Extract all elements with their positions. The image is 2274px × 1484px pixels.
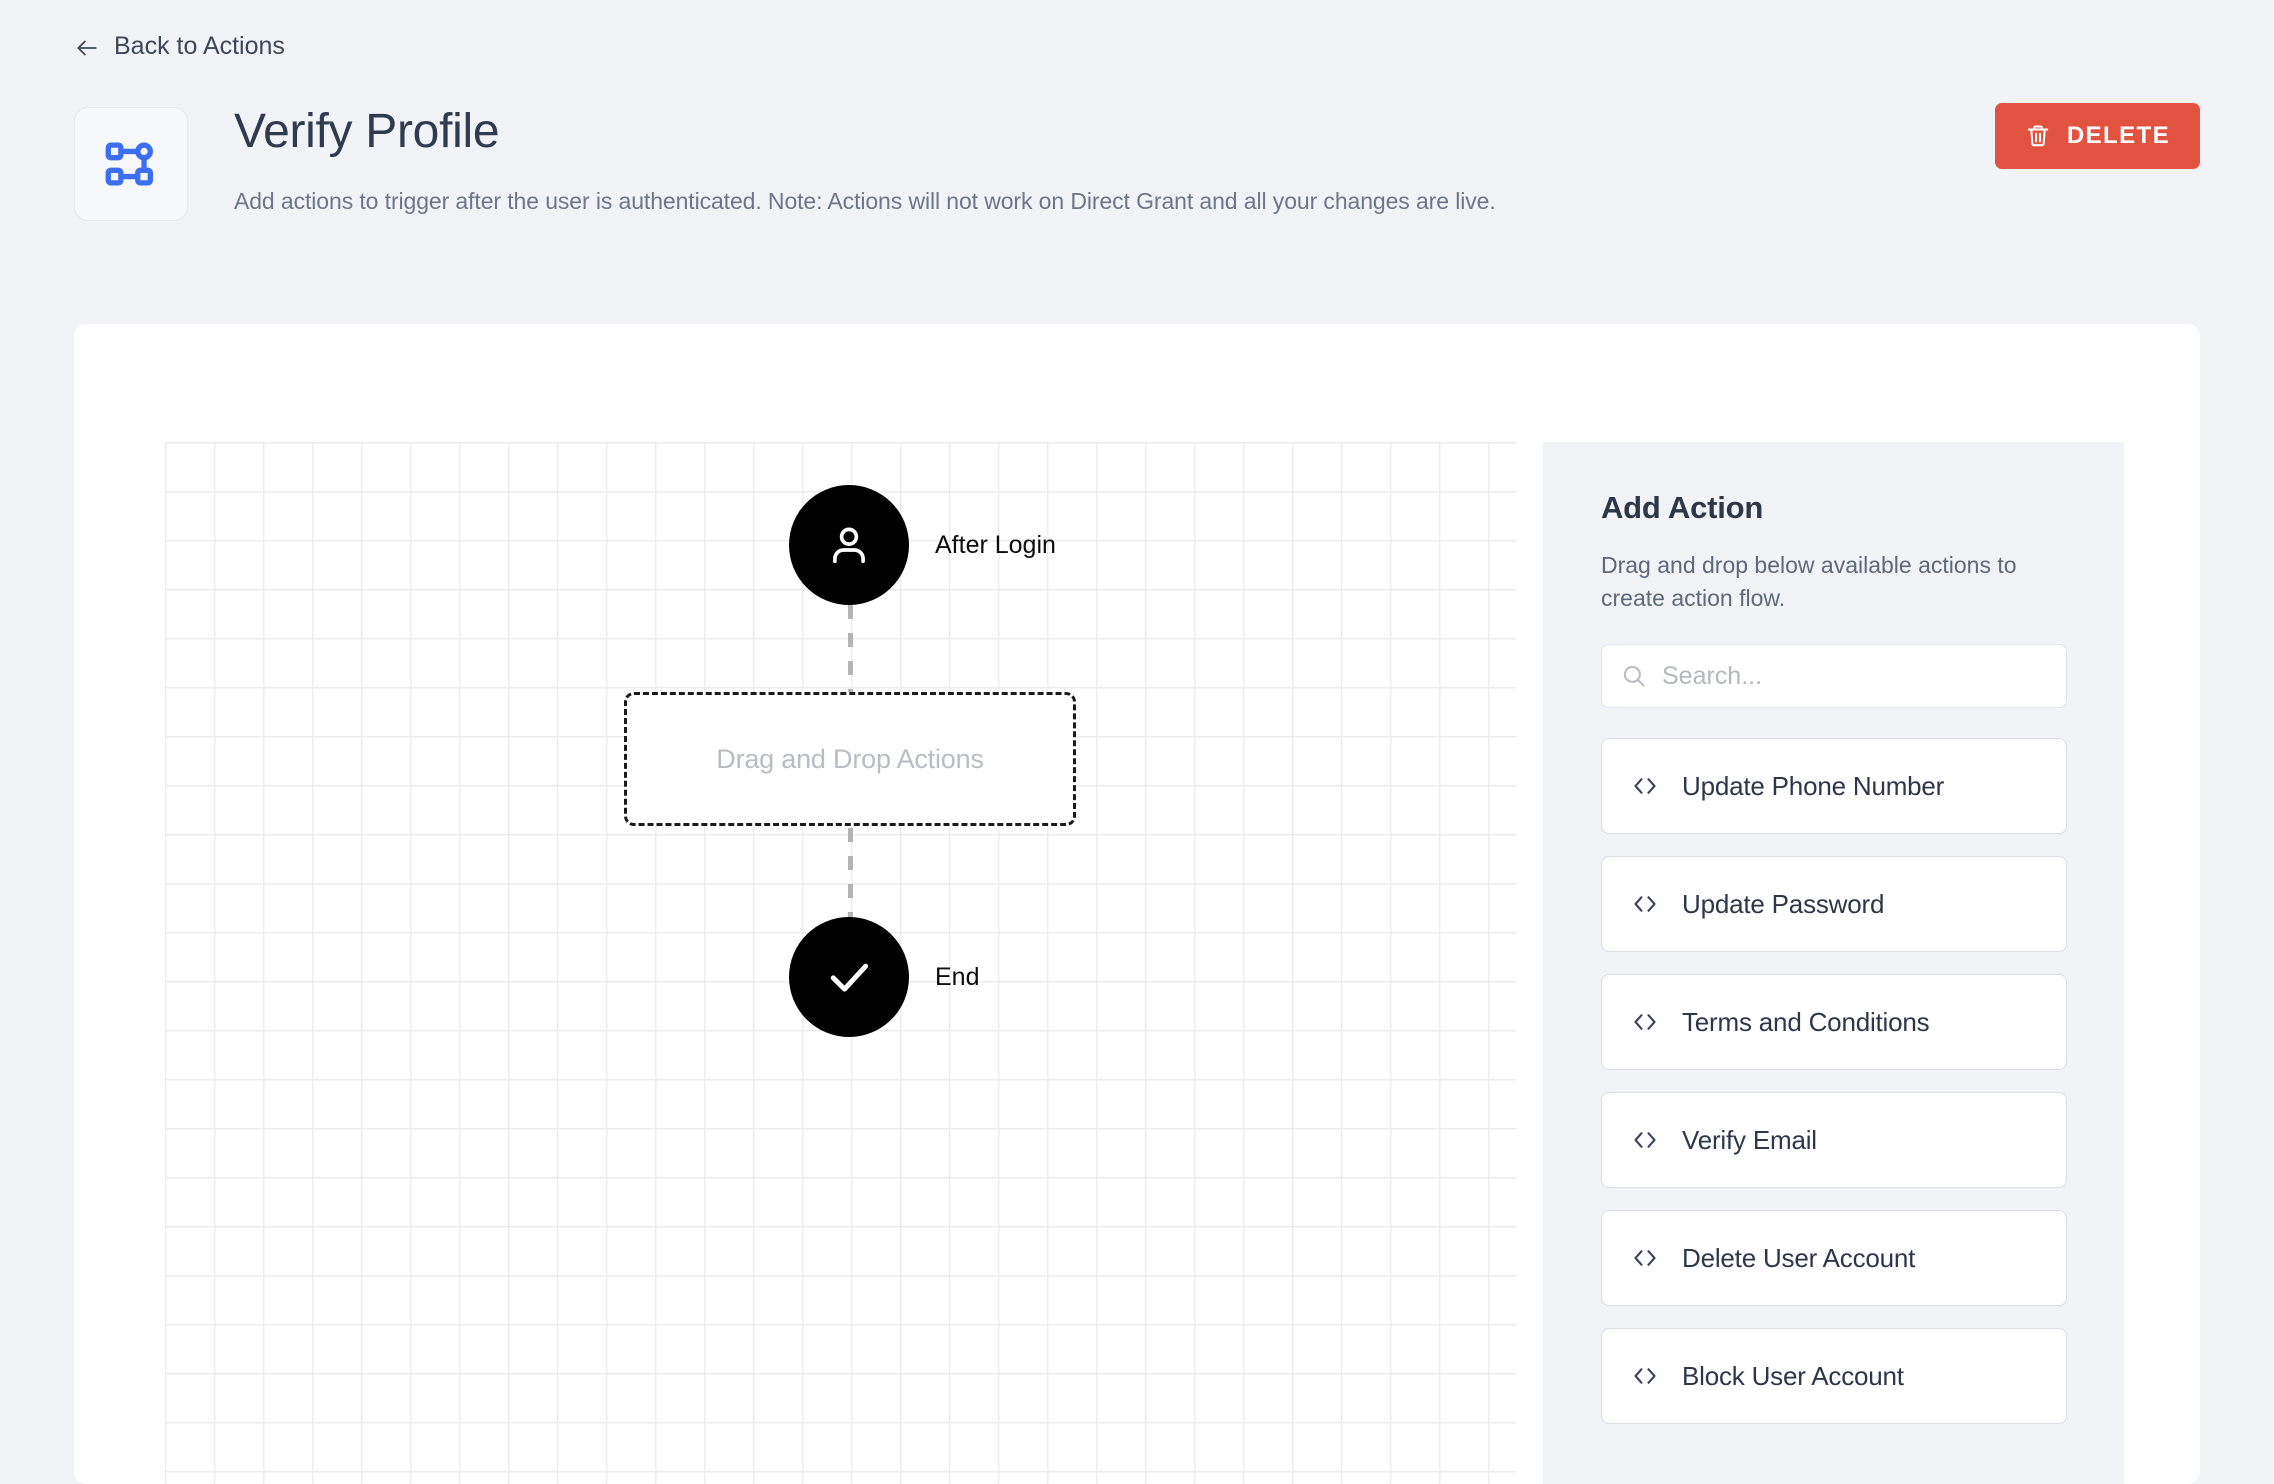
code-icon: [1630, 1361, 1660, 1391]
action-list: Update Phone Number Update Password Terms …: [1601, 738, 2067, 1446]
code-icon: [1630, 1243, 1660, 1273]
page-title: Verify Profile: [234, 105, 500, 158]
add-action-description: Drag and drop below available actions to…: [1601, 552, 2017, 611]
flow-node-end-circle[interactable]: [789, 917, 909, 1037]
action-list-item[interactable]: Block User Account: [1601, 1328, 2067, 1424]
flow-node-end-label: End: [935, 962, 980, 991]
flow-node-after-login-circle[interactable]: [789, 485, 909, 605]
flow-connector-bottom: [848, 828, 853, 920]
action-list-item-label: Terms and Conditions: [1682, 1006, 1930, 1037]
code-icon: [1630, 889, 1660, 919]
back-to-actions-link[interactable]: Back to Actions: [74, 32, 285, 61]
search-box[interactable]: [1601, 644, 2067, 708]
check-icon: [822, 950, 876, 1004]
code-icon: [1630, 1125, 1660, 1155]
delete-button-label: DELETE: [2066, 122, 2170, 149]
user-icon: [823, 519, 875, 571]
search-icon: [1620, 662, 1648, 690]
trash-icon: [2025, 123, 2051, 149]
delete-button[interactable]: DELETE: [1994, 103, 2200, 169]
arrow-left-icon: [74, 35, 100, 61]
back-to-actions-label: Back to Actions: [114, 32, 285, 60]
flow-nodes-icon: [74, 107, 188, 221]
search-input[interactable]: [1662, 661, 2048, 691]
action-list-item-label: Delete User Account: [1682, 1242, 1916, 1273]
drag-drop-zone[interactable]: Drag and Drop Actions: [624, 692, 1076, 826]
action-list-item[interactable]: Verify Email: [1601, 1092, 2067, 1188]
action-list-item[interactable]: Update Password: [1601, 856, 2067, 952]
action-list-item[interactable]: Delete User Account: [1601, 1210, 2067, 1306]
flow-node-after-login[interactable]: After Login: [789, 485, 1056, 605]
drag-drop-zone-label: Drag and Drop Actions: [716, 743, 984, 774]
action-list-item-label: Block User Account: [1682, 1360, 1904, 1391]
flow-connector-top: [848, 605, 853, 695]
action-list-item[interactable]: Terms and Conditions: [1601, 974, 2067, 1070]
add-action-panel: Add Action Drag and drop below available…: [1543, 442, 2124, 1484]
action-list-item[interactable]: Update Phone Number: [1601, 738, 2067, 834]
action-list-item-label: Verify Email: [1682, 1124, 1817, 1155]
add-action-title: Add Action: [1601, 490, 1764, 525]
action-list-item-label: Update Password: [1682, 888, 1885, 919]
code-icon: [1630, 771, 1660, 801]
code-icon: [1630, 1007, 1660, 1037]
flow-node-after-login-label: After Login: [935, 530, 1056, 559]
flow-node-end[interactable]: End: [789, 917, 979, 1037]
page-description: Add actions to trigger after the user is…: [234, 188, 1496, 214]
action-list-item-label: Update Phone Number: [1682, 770, 1945, 801]
